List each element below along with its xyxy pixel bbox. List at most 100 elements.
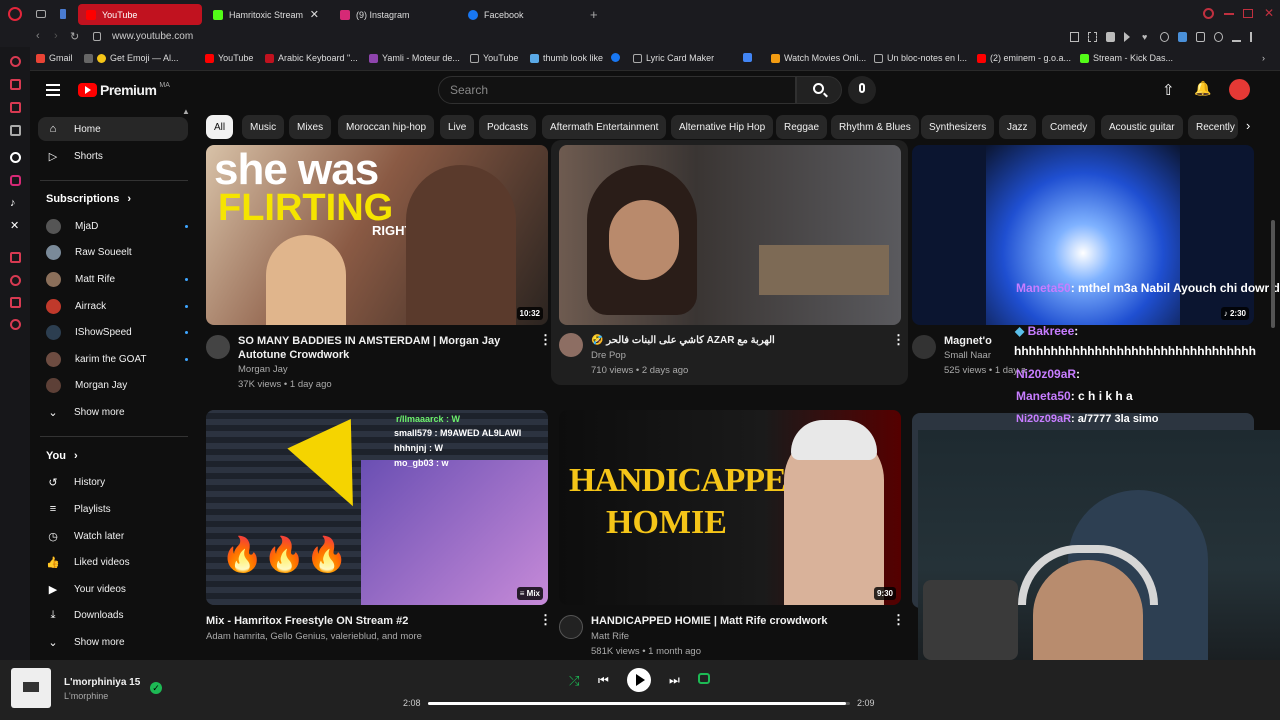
bookmark-kick[interactable]: Stream - Kick Das... bbox=[1080, 53, 1173, 63]
search-input[interactable]: Search bbox=[438, 76, 796, 104]
sub-mjad[interactable]: MjaD bbox=[38, 214, 188, 238]
sidebar-toggle-icon[interactable] bbox=[60, 9, 66, 19]
messenger-icon[interactable] bbox=[10, 79, 21, 90]
video-thumbnail-3[interactable]: ♪ 2:30 bbox=[912, 145, 1254, 325]
settings-icon[interactable] bbox=[10, 152, 21, 163]
bookmark-watch-movies[interactable]: Watch Movies Onli... bbox=[771, 53, 866, 63]
nav-playlists[interactable]: ≡ Playlists bbox=[38, 497, 188, 521]
whatsapp-icon[interactable] bbox=[10, 102, 21, 113]
nav-show-more-2[interactable]: ⌄ Show more bbox=[38, 630, 188, 654]
bookmarks-more-icon[interactable]: › bbox=[1262, 53, 1265, 63]
nav-subscriptions-header[interactable]: Subscriptions › bbox=[46, 193, 131, 205]
history-icon[interactable] bbox=[10, 252, 21, 263]
aria-icon[interactable] bbox=[10, 56, 21, 67]
tab-instagram[interactable]: (9) Instagram bbox=[332, 4, 456, 25]
workspaces-icon[interactable] bbox=[36, 10, 46, 18]
extensions-icon[interactable] bbox=[10, 319, 21, 330]
puzzle-icon[interactable] bbox=[1196, 32, 1205, 42]
x-icon[interactable]: ✕ bbox=[10, 219, 19, 232]
nav-liked-videos[interactable]: 👍 Liked videos bbox=[38, 550, 188, 574]
chip-comedy[interactable]: Comedy bbox=[1042, 115, 1096, 139]
channel-avatar[interactable] bbox=[559, 333, 583, 357]
chip-aftermath[interactable]: Aftermath Entertainment bbox=[542, 115, 667, 139]
bookmark-arabic-keyboard[interactable]: Arabic Keyboard "... bbox=[265, 53, 358, 63]
close-tab-icon[interactable]: ✕ bbox=[310, 8, 319, 21]
video-thumbnail-1[interactable]: she was FLIRTING RIGHT?? 10:32 bbox=[206, 145, 548, 325]
nav-watch-later[interactable]: ◷ Watch later bbox=[38, 524, 188, 548]
bookmark-bloc-notes[interactable]: Un bloc-notes en l... bbox=[874, 53, 967, 63]
voice-search-button[interactable] bbox=[848, 76, 876, 104]
upload-icon[interactable]: ⇧ bbox=[1162, 81, 1175, 99]
more-options-icon[interactable]: ⋮ bbox=[892, 613, 905, 626]
back-icon[interactable]: ‹ bbox=[36, 30, 40, 42]
chip-jazz[interactable]: Jazz bbox=[999, 115, 1036, 139]
close-window-icon[interactable]: ✕ bbox=[1264, 6, 1274, 20]
chip-rnb[interactable]: Rhythm & Blues bbox=[831, 115, 919, 139]
play-icon[interactable] bbox=[1124, 32, 1133, 42]
bookmark-yamli[interactable]: Yamli - Moteur de... bbox=[369, 53, 460, 63]
download-icon[interactable] bbox=[1232, 32, 1241, 42]
chip-mixes[interactable]: Mixes bbox=[289, 115, 332, 139]
youtube-premium-logo[interactable]: Premium MA bbox=[78, 82, 170, 98]
nav-you-header[interactable]: You › bbox=[46, 450, 78, 462]
nav-shorts[interactable]: ▷ Shorts bbox=[38, 144, 188, 168]
url-field[interactable]: www.youtube.com bbox=[112, 31, 193, 42]
chip-acoustic-guitar[interactable]: Acoustic guitar bbox=[1101, 115, 1183, 139]
bookmark-youtube-2[interactable]: YouTube bbox=[470, 53, 518, 63]
channel-name[interactable]: Morgan Jay bbox=[238, 362, 288, 377]
chip-music[interactable]: Music bbox=[242, 115, 285, 139]
sub-airrack[interactable]: Airrack bbox=[38, 294, 188, 318]
play-button[interactable] bbox=[627, 668, 651, 692]
tab-youtube[interactable]: YouTube bbox=[78, 4, 202, 25]
nav-history[interactable]: ↺ History bbox=[38, 470, 188, 494]
chips-next-icon[interactable]: › bbox=[1246, 118, 1250, 133]
video-thumbnail-2[interactable] bbox=[559, 145, 901, 325]
video-title-3[interactable]: Magnet'o bbox=[944, 334, 992, 348]
new-tab-icon[interactable]: + bbox=[590, 7, 598, 22]
maximize-icon[interactable] bbox=[1243, 9, 1253, 18]
video-thumbnail-5[interactable]: HANDICAPPED HOMIE 9:30 bbox=[559, 410, 901, 605]
forward-icon[interactable]: › bbox=[54, 30, 58, 42]
album-art[interactable] bbox=[11, 668, 51, 708]
shield-icon[interactable] bbox=[1106, 32, 1115, 42]
tiktok-icon[interactable]: ♪ bbox=[10, 197, 16, 209]
tab-facebook[interactable]: Facebook bbox=[460, 4, 584, 25]
account-icon[interactable] bbox=[1214, 32, 1223, 42]
track-title[interactable]: L'morphiniya 15 bbox=[64, 677, 140, 688]
sub-matt-rife[interactable]: Matt Rife bbox=[38, 267, 188, 291]
channel-avatar[interactable] bbox=[559, 615, 583, 639]
bookmark-eminem[interactable]: (2) eminem - g.o.a... bbox=[977, 53, 1071, 63]
notifications-bell-icon[interactable]: 🔔 bbox=[1194, 80, 1211, 97]
instagram-icon[interactable] bbox=[10, 175, 21, 186]
tab-kick-stream[interactable]: Hamritoxic Stream - W ✕ bbox=[205, 4, 327, 25]
search-button[interactable] bbox=[796, 76, 842, 104]
channel-name[interactable]: Small Naar bbox=[944, 348, 991, 363]
channel-avatar[interactable] bbox=[206, 335, 230, 359]
reload-icon[interactable]: ↻ bbox=[70, 30, 79, 43]
video-title-1[interactable]: SO MANY BADDIES IN AMSTERDAM | Morgan Ja… bbox=[238, 334, 530, 362]
snapshot-icon[interactable] bbox=[1088, 32, 1097, 42]
bookmark-youtube[interactable]: YouTube bbox=[205, 53, 253, 63]
chip-all[interactable]: All bbox=[206, 115, 234, 139]
shuffle-icon[interactable]: ⤮ bbox=[569, 673, 579, 689]
previous-icon[interactable]: ⏮ bbox=[598, 673, 609, 688]
repeat-icon[interactable] bbox=[698, 673, 710, 684]
channel-name[interactable]: Matt Rife bbox=[591, 629, 629, 644]
bookmark-icon[interactable] bbox=[1070, 32, 1079, 42]
bookmark-gmail[interactable]: Gmail bbox=[36, 53, 73, 63]
bookmark-facebook[interactable] bbox=[611, 53, 620, 62]
sub-karim-the-goat[interactable]: karim the GOAT bbox=[38, 347, 188, 371]
extension-icon[interactable] bbox=[1160, 32, 1169, 42]
channel-name[interactable]: Dre Pop bbox=[591, 348, 626, 363]
opera-logo-icon[interactable] bbox=[8, 7, 22, 21]
bookmark-docs[interactable] bbox=[743, 53, 752, 62]
avatar[interactable] bbox=[1229, 79, 1250, 100]
video-title-5[interactable]: HANDICAPPED HOMIE | Matt Rife crowdwork bbox=[591, 614, 828, 628]
music-icon[interactable] bbox=[10, 125, 21, 136]
heart-icon[interactable]: ♥ bbox=[1142, 32, 1151, 42]
sub-raw-soueelt[interactable]: Raw Soueelt bbox=[38, 240, 188, 264]
chip-alt-hiphop[interactable]: Alternative Hip Hop bbox=[671, 115, 774, 139]
nav-downloads[interactable]: ⤓ Downloads bbox=[38, 603, 188, 627]
menu-icon[interactable] bbox=[1250, 32, 1259, 42]
chip-recently-uploaded[interactable]: Recently u bbox=[1188, 115, 1238, 139]
